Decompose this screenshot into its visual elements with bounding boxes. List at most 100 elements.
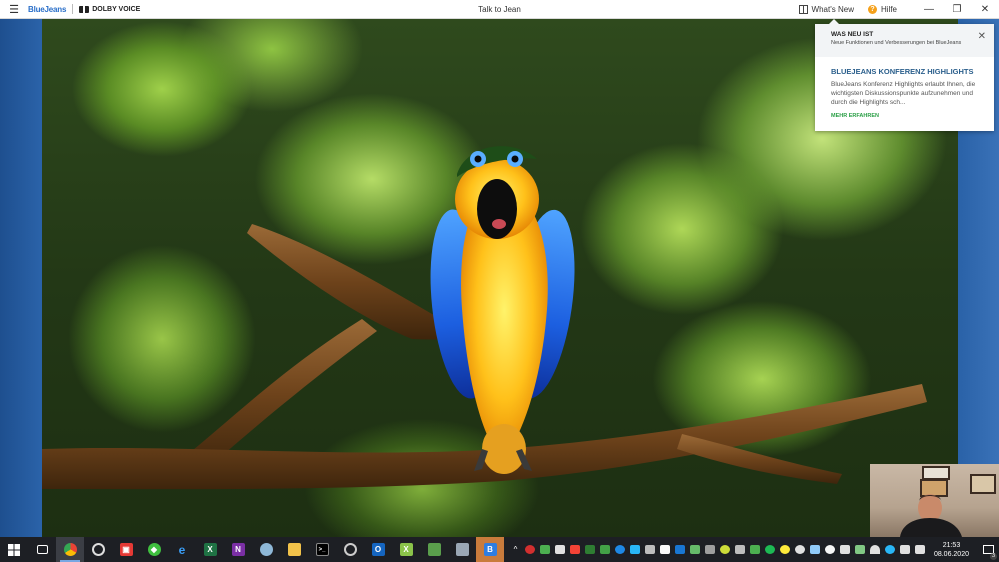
shield-app-icon: ▣ xyxy=(119,543,133,556)
tray-app-icon[interactable] xyxy=(705,545,716,554)
outlook-icon: O xyxy=(371,543,385,556)
edge-icon: e xyxy=(178,542,186,557)
excel-icon: X xyxy=(203,543,217,556)
terminal-icon: >_ xyxy=(315,543,329,556)
gift-icon xyxy=(798,5,808,14)
minimize-button[interactable]: — xyxy=(915,0,943,19)
taskbar-app-11[interactable] xyxy=(336,537,364,562)
title-bar: ☰ BlueJeans DOLBY VOICE Talk to Jean Wha… xyxy=(0,0,999,19)
taskbar-app-14[interactable] xyxy=(420,537,448,562)
tray-app-icon[interactable] xyxy=(525,545,536,554)
help-label: Hilfe xyxy=(880,5,897,14)
branch-twig xyxy=(677,434,842,484)
tray-app-icon[interactable] xyxy=(720,545,731,554)
spiral-icon xyxy=(91,543,105,556)
tray-app-icon[interactable] xyxy=(675,545,686,554)
brand-divider xyxy=(72,4,74,14)
tray-app-icon[interactable] xyxy=(795,545,806,554)
windows-icon xyxy=(8,543,20,556)
taskbar-terminal[interactable]: >_ xyxy=(308,537,336,562)
dolby-label: DOLBY VOICE xyxy=(92,5,141,13)
volume-icon[interactable] xyxy=(915,545,926,554)
taskbar-app-15[interactable] xyxy=(448,537,476,562)
dolby-icon xyxy=(79,5,90,13)
windows-taskbar: ▣ ◆ e X N >_ O X B ^ 21:53 08.06.2020 3 xyxy=(0,537,999,562)
tray-app-icon[interactable] xyxy=(585,545,596,554)
chevron-up-icon[interactable]: ^ xyxy=(510,545,520,554)
title-bar-controls: What's New ? Hilfe — ❐ ✕ xyxy=(798,0,999,19)
tray-app-icon[interactable] xyxy=(555,545,566,554)
notification-count: 3 xyxy=(990,553,997,560)
restore-button[interactable]: ❐ xyxy=(943,0,971,19)
clock-date: 08.06.2020 xyxy=(933,550,969,558)
system-clock[interactable]: 21:53 08.06.2020 xyxy=(934,541,969,559)
system-tray: ^ 21:53 08.06.2020 3 xyxy=(508,537,999,562)
tray-app-icon[interactable] xyxy=(540,545,551,554)
taskbar-onenote[interactable]: N xyxy=(224,537,252,562)
ring-app-icon xyxy=(343,543,357,556)
wifi-icon[interactable] xyxy=(870,545,881,554)
tray-app-icon[interactable] xyxy=(660,545,671,554)
whats-new-header: WAS NEU IST Neue Funktionen und Verbesse… xyxy=(815,24,994,57)
tray-app-icon[interactable] xyxy=(645,545,656,554)
battery-icon[interactable] xyxy=(900,545,911,554)
tray-app-icon[interactable] xyxy=(855,545,866,554)
whats-new-title: WAS NEU IST xyxy=(831,31,874,38)
close-button[interactable]: ✕ xyxy=(971,0,999,19)
tray-app-icon[interactable] xyxy=(600,545,611,554)
whats-new-panel: WAS NEU IST Neue Funktionen und Verbesse… xyxy=(815,19,994,131)
self-view-video[interactable] xyxy=(870,464,999,537)
image-app-icon xyxy=(427,543,441,556)
tray-app-icon[interactable] xyxy=(570,545,581,554)
taskbar-app-2[interactable] xyxy=(84,537,112,562)
branch-left xyxy=(182,319,377,469)
whats-new-label: What's New xyxy=(811,5,854,14)
menu-icon[interactable]: ☰ xyxy=(0,0,28,19)
paint-icon xyxy=(259,543,273,556)
taskbar-bluejeans[interactable]: B xyxy=(476,537,504,562)
diamond-app-icon: ◆ xyxy=(147,543,161,556)
help-button[interactable]: ? Hilfe xyxy=(867,5,897,14)
parrot-tail xyxy=(482,424,526,474)
learn-more-link[interactable]: MEHR ERFAHREN xyxy=(831,113,978,119)
onenote-icon: N xyxy=(231,543,245,556)
taskbar-excel[interactable]: X xyxy=(196,537,224,562)
folder-icon xyxy=(287,543,301,556)
tray-app-icon[interactable] xyxy=(765,545,776,554)
tray-app-icon[interactable] xyxy=(690,545,701,554)
taskbar-app-8[interactable] xyxy=(252,537,280,562)
panel-close-icon[interactable]: ✕ xyxy=(978,32,986,42)
notification-center-button[interactable]: 3 xyxy=(977,537,999,562)
chrome-icon xyxy=(63,543,77,556)
taskbar-explorer[interactable] xyxy=(280,537,308,562)
window-app-icon xyxy=(455,543,469,556)
start-button[interactable] xyxy=(0,537,28,562)
bluejeans-icon: B xyxy=(483,543,497,556)
tray-app-icon[interactable] xyxy=(750,545,761,554)
whats-new-body: BLUEJEANS KONFERENZ HIGHLIGHTS BlueJeans… xyxy=(815,57,994,129)
tray-app-icon[interactable] xyxy=(735,545,746,554)
taskbar-chrome[interactable] xyxy=(56,537,84,562)
task-view-button[interactable] xyxy=(28,537,56,562)
taskbar-edge[interactable]: e xyxy=(168,537,196,562)
tray-app-icon[interactable] xyxy=(825,545,836,554)
tray-app-icon[interactable] xyxy=(630,545,641,554)
taskbar-outlook[interactable]: O xyxy=(364,537,392,562)
bluejeans-app: ☰ BlueJeans DOLBY VOICE Talk to Jean Wha… xyxy=(0,0,999,562)
taskbar-app-3[interactable]: ▣ xyxy=(112,537,140,562)
whats-new-subtitle: Neue Funktionen und Verbesserungen bei B… xyxy=(831,40,962,46)
dolby-voice-logo: DOLBY VOICE xyxy=(79,5,141,13)
brand-logo: BlueJeans xyxy=(28,4,67,14)
taskbar-app-13[interactable]: X xyxy=(392,537,420,562)
self-view-person xyxy=(900,494,962,537)
clock-time: 21:53 xyxy=(942,541,961,549)
bluetooth-icon[interactable] xyxy=(615,545,626,554)
tray-app-icon[interactable] xyxy=(780,545,791,554)
whats-new-button[interactable]: What's New xyxy=(798,5,854,14)
highlight-heading: BLUEJEANS KONFERENZ HIGHLIGHTS xyxy=(831,67,974,76)
tray-app-icon[interactable] xyxy=(810,545,821,554)
help-icon: ? xyxy=(867,5,877,14)
tray-app-icon[interactable] xyxy=(840,545,851,554)
taskbar-app-4[interactable]: ◆ xyxy=(140,537,168,562)
tray-app-icon[interactable] xyxy=(885,545,896,554)
